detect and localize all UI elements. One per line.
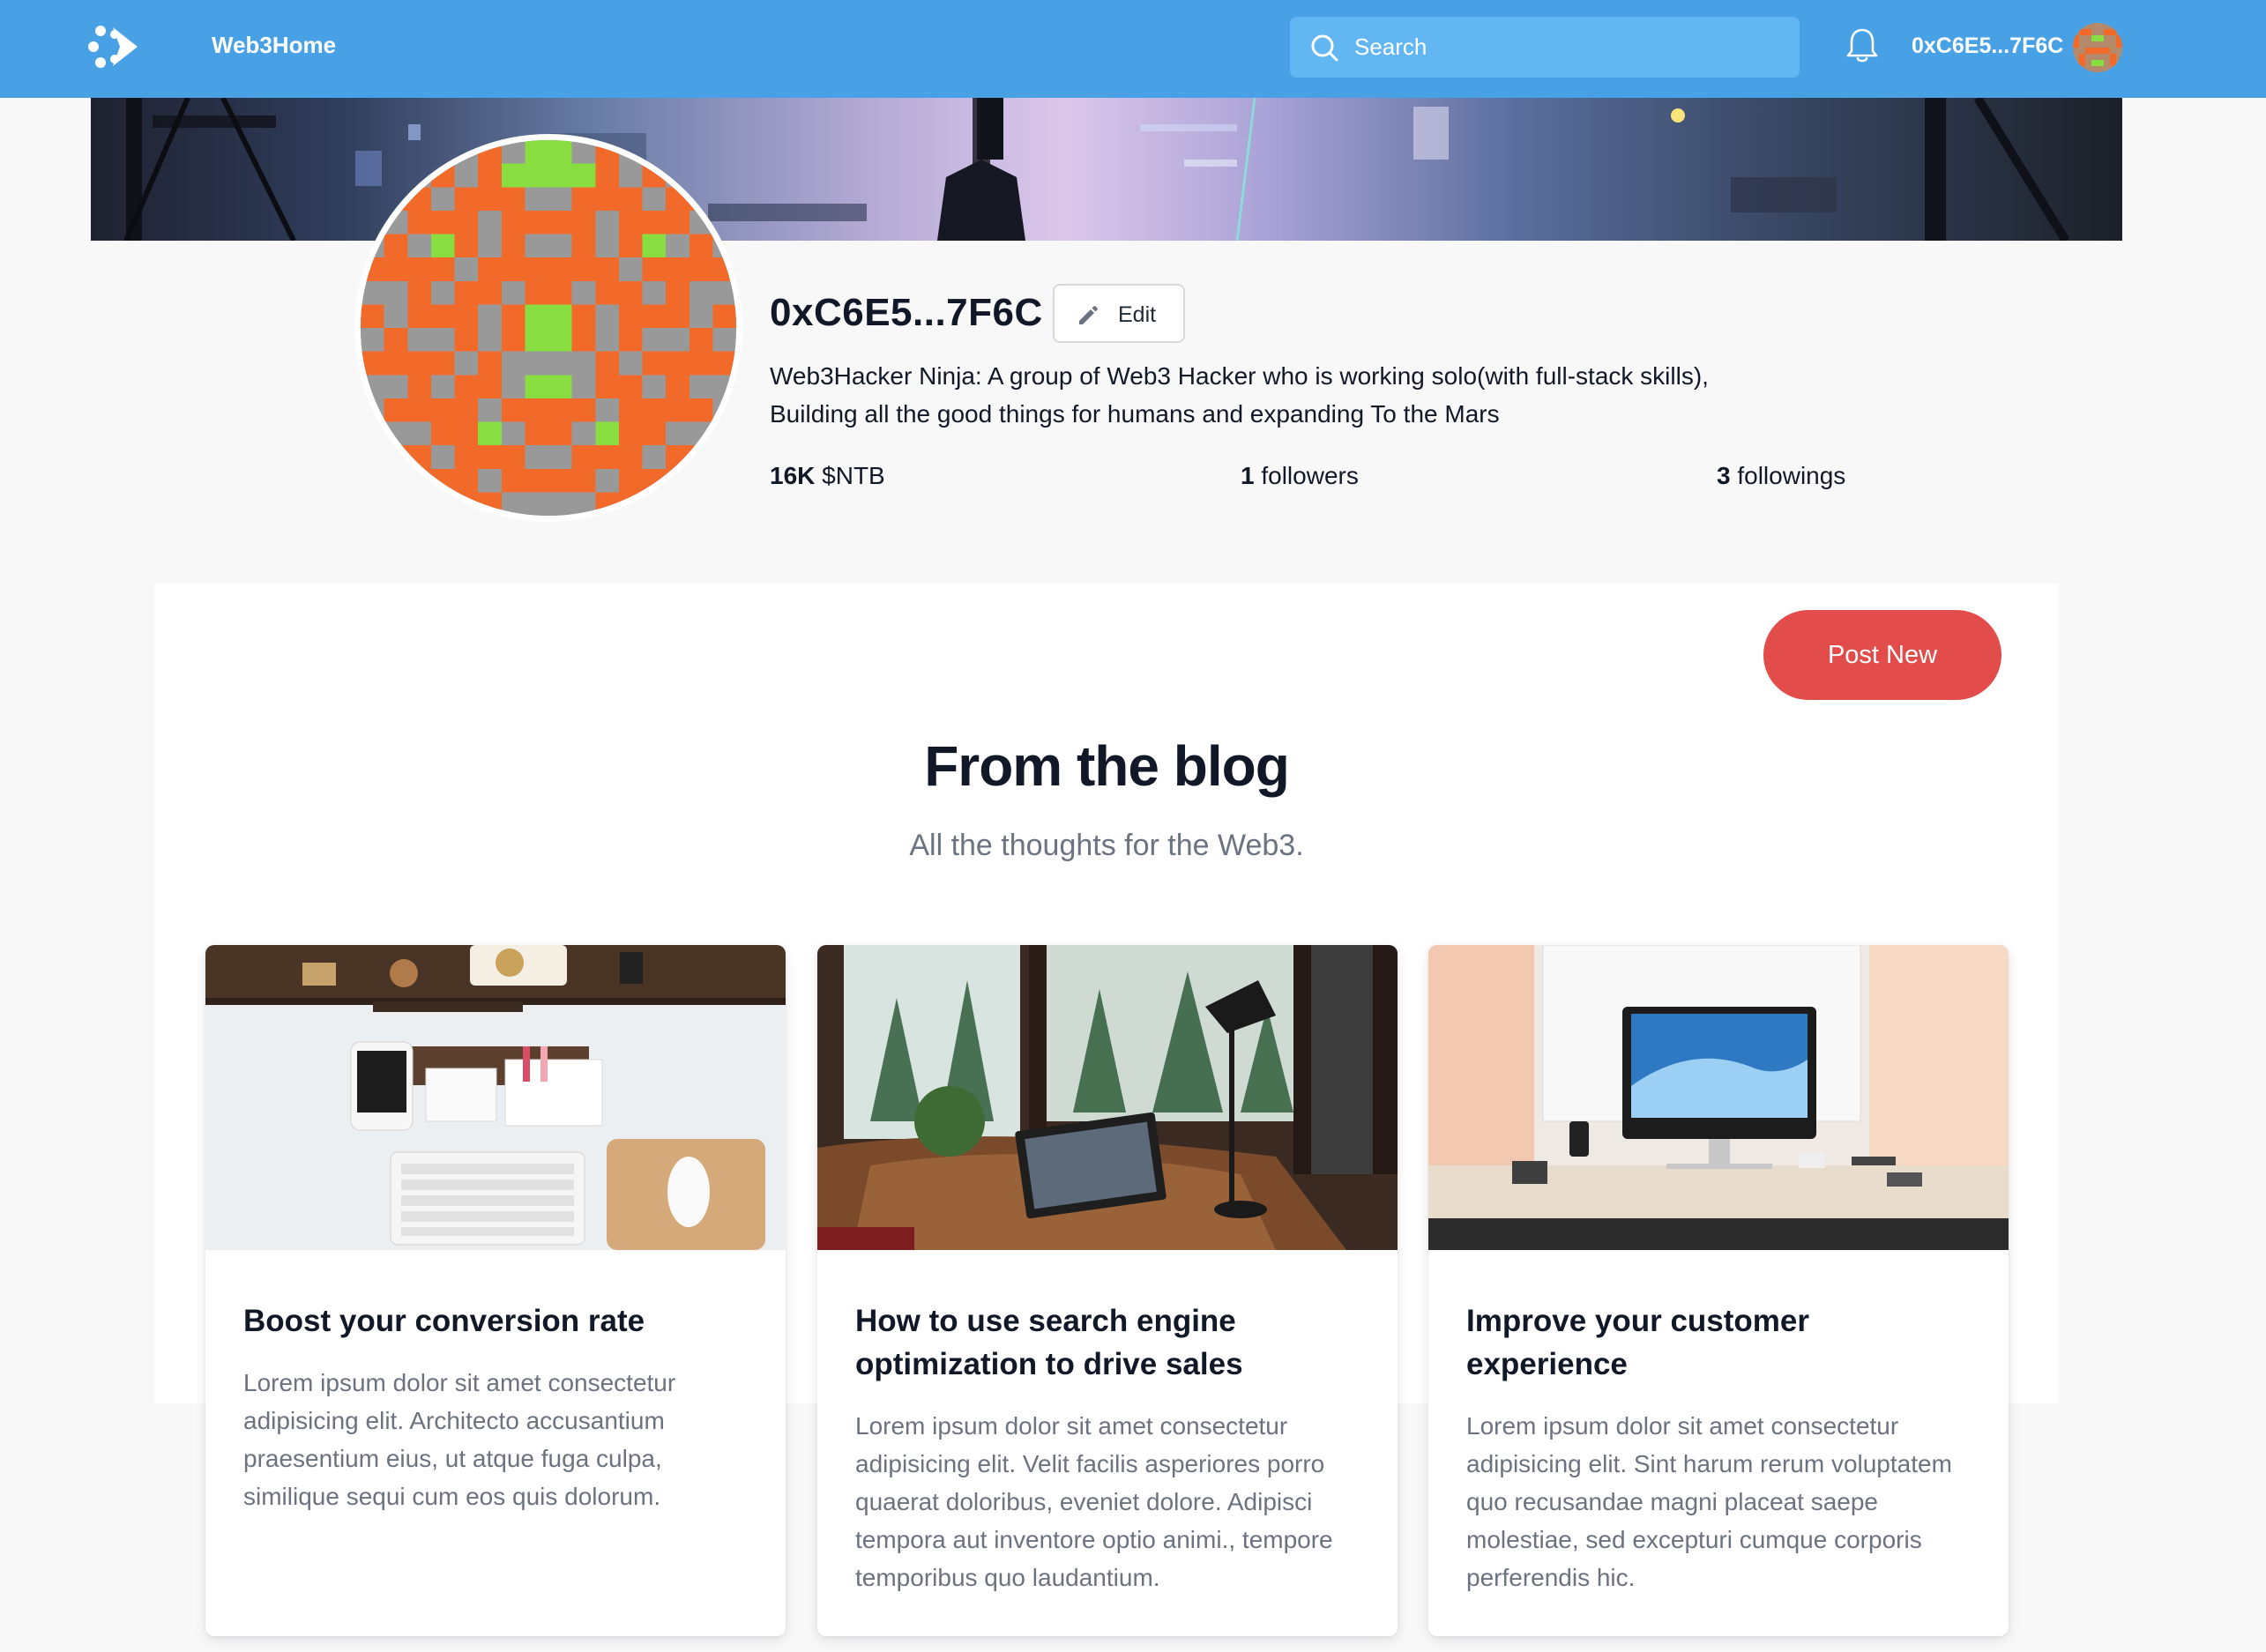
bio-line: Web3Hacker Ninja: A group of Web3 Hacker… bbox=[770, 362, 1709, 390]
followings-stat[interactable]: 3 followings bbox=[1717, 462, 1845, 490]
blog-card-excerpt: Lorem ipsum dolor sit amet consectetur a… bbox=[855, 1412, 1333, 1591]
balance-unit: $NTB bbox=[822, 462, 885, 489]
blog-card-body: How to use search engine optimization to… bbox=[855, 1299, 1367, 1596]
identicon-avatar-icon bbox=[361, 140, 736, 516]
post-new-button[interactable]: Post New bbox=[1763, 610, 2001, 700]
top-navbar: Web3Home 0xC6E5...7F6C bbox=[0, 0, 2266, 98]
followings-value: 3 bbox=[1717, 462, 1731, 489]
imac-desk-image[interactable] bbox=[1428, 945, 2009, 1250]
imac-desk-image-graphic bbox=[1428, 945, 2009, 1250]
balance-value: 16K bbox=[770, 462, 816, 489]
blog-card-title[interactable]: Boost your conversion rate bbox=[243, 1299, 755, 1343]
bio-line: Building all the good things for humans … bbox=[770, 400, 1500, 428]
edit-label: Edit bbox=[1118, 302, 1157, 327]
desk-workspace-image-graphic bbox=[205, 945, 786, 1250]
wallet-address[interactable]: 0xC6E5...7F6C bbox=[1912, 33, 2063, 59]
avatar[interactable] bbox=[2073, 23, 2122, 72]
blog-card-excerpt: Lorem ipsum dolor sit amet consectetur a… bbox=[1466, 1412, 1952, 1591]
blog-subtitle: All the thoughts for the Web3. bbox=[909, 829, 1304, 862]
followers-label: followers bbox=[1261, 462, 1359, 489]
blog-card-body: Boost your conversion rate Lorem ipsum d… bbox=[243, 1299, 755, 1515]
laptop-window-image[interactable] bbox=[817, 945, 1398, 1250]
blog-title: From the blog bbox=[924, 734, 1290, 798]
followings-label: followings bbox=[1737, 462, 1846, 489]
followers-stat[interactable]: 1 followers bbox=[1241, 462, 1359, 490]
laptop-window-image-graphic bbox=[817, 945, 1398, 1250]
profile-name: 0xC6E5...7F6C bbox=[770, 291, 1043, 334]
desk-workspace-image[interactable] bbox=[205, 945, 786, 1250]
web3home-logo-icon[interactable] bbox=[88, 22, 143, 71]
profile-bio: Web3Hacker Ninja: A group of Web3 Hacker… bbox=[770, 357, 1828, 433]
search-input[interactable] bbox=[1354, 17, 1778, 78]
blog-card-excerpt: Lorem ipsum dolor sit amet consectetur a… bbox=[243, 1369, 676, 1510]
edit-profile-button[interactable]: Edit bbox=[1053, 284, 1185, 343]
brand-name[interactable]: Web3Home bbox=[212, 32, 336, 59]
identicon-avatar-icon bbox=[2073, 23, 2122, 72]
balance-stat: 16K $NTB bbox=[770, 462, 885, 490]
bell-icon[interactable] bbox=[1845, 26, 1880, 65]
blog-card-body: Improve your customer experience Lorem i… bbox=[1466, 1299, 1978, 1596]
pencil-icon bbox=[1079, 306, 1098, 324]
blog-card-title[interactable]: How to use search engine optimization to… bbox=[855, 1299, 1367, 1386]
blog-card[interactable]: Boost your conversion rate Lorem ipsum d… bbox=[205, 945, 786, 1636]
blog-card[interactable]: Improve your customer experience Lorem i… bbox=[1428, 945, 2009, 1636]
blog-card[interactable]: How to use search engine optimization to… bbox=[817, 945, 1398, 1636]
search-icon bbox=[1311, 34, 1338, 62]
search-bar[interactable] bbox=[1290, 17, 1800, 78]
followers-value: 1 bbox=[1241, 462, 1255, 489]
profile-avatar[interactable] bbox=[354, 134, 742, 522]
blog-card-title[interactable]: Improve your customer experience bbox=[1466, 1299, 1978, 1386]
